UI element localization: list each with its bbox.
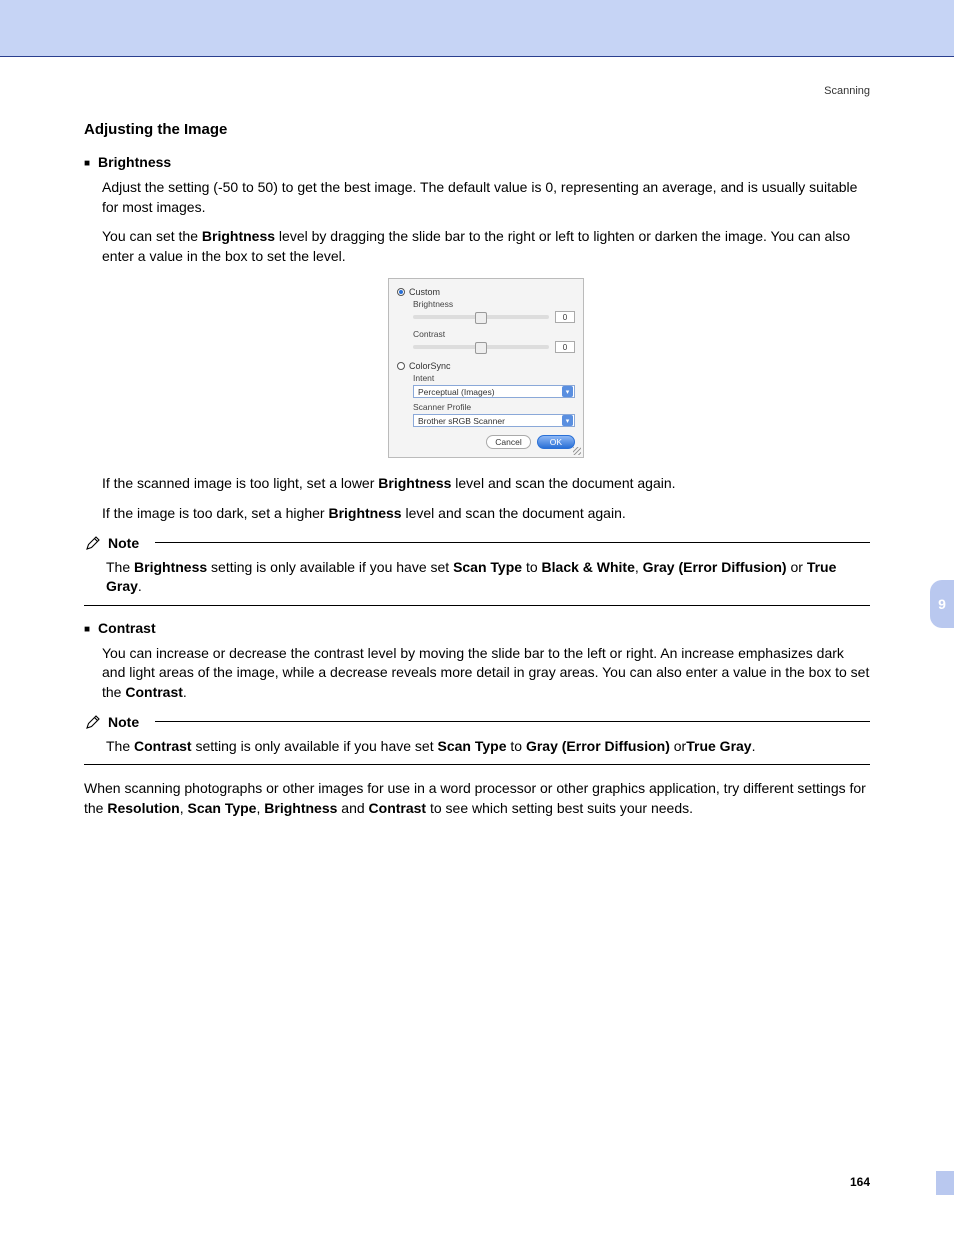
custom-option[interactable]: Custom [397, 287, 575, 297]
contrast-slider[interactable] [413, 345, 549, 349]
ok-button[interactable]: OK [537, 435, 575, 449]
note-2: Note The Contrast setting is only availa… [84, 713, 870, 766]
note-title: Note [108, 714, 139, 730]
note-title: Note [108, 535, 139, 551]
radio-unselected-icon [397, 362, 405, 370]
brightness-heading: Brightness [84, 154, 870, 170]
page-number: 164 [850, 1175, 870, 1189]
brightness-value[interactable]: 0 [555, 311, 575, 323]
profile-label: Scanner Profile [413, 402, 575, 412]
brightness-slider[interactable] [413, 315, 549, 319]
note-2-body: The Contrast setting is only available i… [106, 737, 870, 757]
brightness-p2: You can set the Brightness level by drag… [102, 227, 870, 266]
radio-selected-icon [397, 288, 405, 296]
custom-label: Custom [409, 287, 440, 297]
intent-value: Perceptual (Images) [418, 387, 495, 397]
section-label: Scanning [0, 57, 954, 97]
page-title: Adjusting the Image [84, 121, 870, 138]
brightness-section: Brightness Adjust the setting (-50 to 50… [84, 154, 870, 524]
resize-grip-icon[interactable] [573, 447, 581, 455]
chevron-updown-icon: ▾ [562, 386, 573, 397]
profile-value: Brother sRGB Scanner [418, 416, 505, 426]
colorsync-option[interactable]: ColorSync [397, 361, 575, 371]
colorsync-label: ColorSync [409, 361, 451, 371]
divider [155, 542, 870, 543]
contrast-label: Contrast [413, 329, 575, 339]
closing-paragraph: When scanning photographs or other image… [84, 779, 870, 818]
intent-dropdown[interactable]: Perceptual (Images) ▾ [413, 385, 575, 398]
note-icon [84, 713, 102, 731]
chevron-updown-icon: ▾ [562, 415, 573, 426]
brightness-p3: If the scanned image is too light, set a… [102, 474, 870, 494]
settings-dialog: Custom Brightness 0 Contrast 0 [388, 278, 584, 458]
note-1: Note The Brightness setting is only avai… [84, 534, 870, 606]
contrast-heading: Contrast [84, 620, 870, 636]
contrast-p1: You can increase or decrease the contras… [102, 644, 870, 703]
note-icon [84, 534, 102, 552]
contrast-section: Contrast You can increase or decrease th… [84, 620, 870, 703]
page-content: Adjusting the Image Brightness Adjust th… [0, 97, 954, 818]
note-1-body: The Brightness setting is only available… [106, 558, 870, 597]
cancel-button[interactable]: Cancel [486, 435, 530, 449]
header-band [0, 0, 954, 56]
profile-dropdown[interactable]: Brother sRGB Scanner ▾ [413, 414, 575, 427]
brightness-label: Brightness [413, 299, 575, 309]
divider [84, 764, 870, 765]
settings-dialog-figure: Custom Brightness 0 Contrast 0 [102, 278, 870, 458]
divider [84, 605, 870, 606]
contrast-value[interactable]: 0 [555, 341, 575, 353]
brightness-p4: If the image is too dark, set a higher B… [102, 504, 870, 524]
intent-label: Intent [413, 373, 575, 383]
chapter-tab[interactable]: 9 [930, 580, 954, 628]
page-edge-tab [936, 1171, 954, 1195]
brightness-p1: Adjust the setting (-50 to 50) to get th… [102, 178, 870, 217]
divider [155, 721, 870, 722]
